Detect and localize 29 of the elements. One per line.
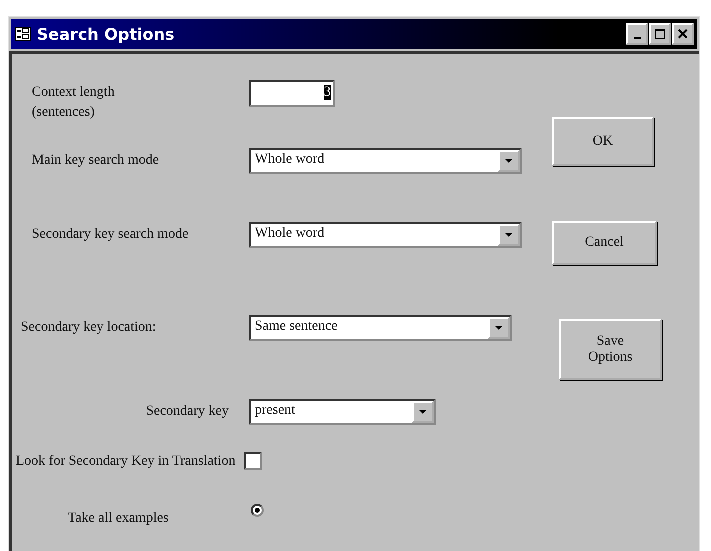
dropdown-arrow-icon [505,232,513,238]
maximize-icon [655,29,665,39]
dropdown-field[interactable]: Whole word [249,148,522,174]
dropdown-field[interactable]: Same sentence [249,315,512,341]
checkbox[interactable] [244,452,262,470]
minimize-button[interactable] [626,23,648,45]
number-field[interactable]: 3 [249,80,335,107]
field-label: Main key search mode [31,152,160,170]
radio-button[interactable] [251,504,264,517]
close-button[interactable] [672,23,694,45]
dropdown-field[interactable]: present [249,399,436,425]
dialog-button[interactable]: Save Options [559,319,662,380]
minimize-icon [634,36,640,38]
form-icon [15,27,31,41]
field-label: Look for Secondary Key in Translation [16,453,236,471]
field-label: Context length (sentences) [31,84,116,122]
dialog-button[interactable]: Cancel [552,221,657,265]
maximize-button[interactable] [649,23,671,45]
dropdown-arrow-icon [505,158,513,164]
field-label: Secondary key location: [20,319,158,337]
field-label: Secondary key search mode [31,226,190,244]
dialog-button[interactable]: OK [552,117,654,166]
field-label: Take all examples [67,510,170,528]
close-icon [678,29,688,39]
window-title: Search Options [37,24,175,44]
dropdown-field[interactable]: Whole word [249,222,522,248]
field-label: Secondary key [145,403,230,421]
dropdown-arrow-icon [419,410,427,414]
dropdown-arrow-icon [495,326,503,330]
